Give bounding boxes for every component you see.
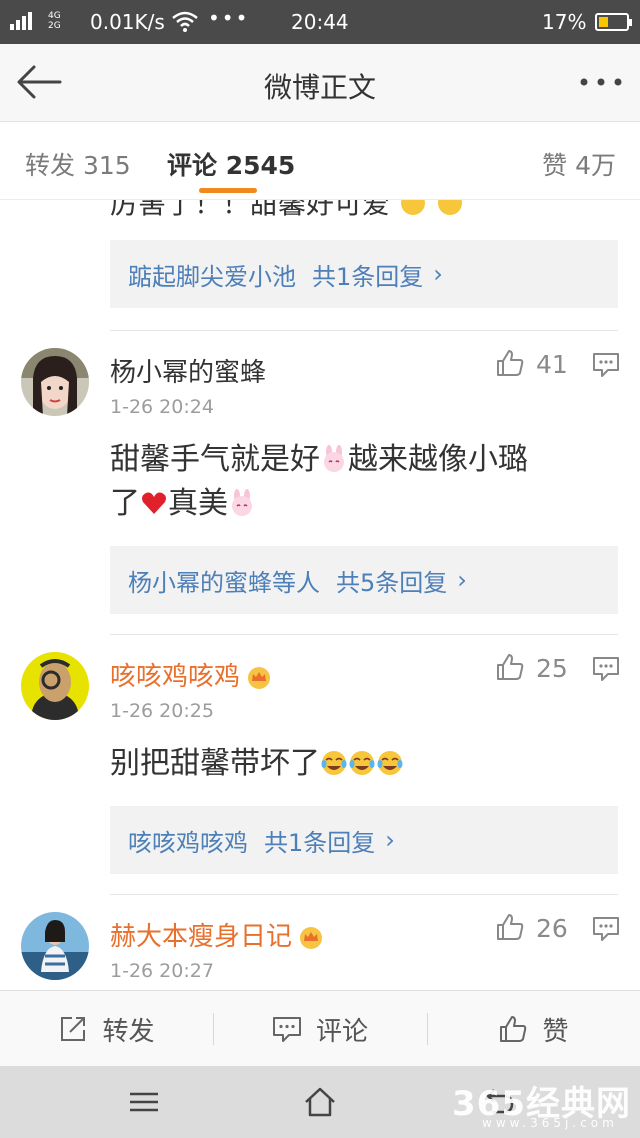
comment-text: 别把甜馨带坏了 bbox=[110, 742, 590, 786]
tab-comments[interactable]: 评论 2545 bbox=[167, 146, 295, 182]
status-bar: 4G 2G 0.01K/s ••• 20:44 17% bbox=[0, 0, 640, 44]
repost-label: 转发 bbox=[102, 1016, 155, 1047]
bottom-action-bar: 转发 评论 赞 bbox=[0, 990, 640, 1066]
wifi-icon bbox=[172, 10, 198, 37]
reply-thread-link[interactable]: 杨小幂的蜜蜂等人 共5条回复 › bbox=[110, 546, 618, 614]
reply-thread-user: 咳咳鸡咳鸡 bbox=[128, 828, 248, 857]
divider bbox=[110, 330, 618, 331]
clap-emoji-icon bbox=[400, 200, 425, 215]
divider bbox=[110, 894, 618, 895]
like-count: 26 bbox=[536, 914, 568, 943]
divider bbox=[110, 634, 618, 635]
heart-emoji-icon bbox=[142, 492, 166, 514]
bunny-emoji-icon bbox=[232, 489, 252, 516]
chevron-right-icon: › bbox=[457, 566, 467, 594]
comment-username[interactable]: 杨小幂的蜜蜂 bbox=[110, 352, 266, 389]
tears-of-joy-emoji-icon bbox=[377, 751, 403, 775]
like-count: 41 bbox=[536, 350, 568, 379]
clap-emoji-icon bbox=[437, 200, 462, 215]
comment-button[interactable]: 评论 bbox=[213, 991, 427, 1067]
tab-repost[interactable]: 转发 315 bbox=[25, 146, 131, 182]
chevron-right-icon: › bbox=[385, 826, 395, 854]
menu-icon[interactable] bbox=[124, 1084, 164, 1120]
bunny-emoji-icon bbox=[324, 445, 344, 472]
thumbs-up-icon[interactable] bbox=[495, 912, 525, 942]
reply-thread-count: 共5条回复 bbox=[336, 568, 448, 597]
tab-bar: 转发 315 评论 2545 赞 4万 bbox=[0, 122, 640, 200]
comment-time: 1-26 20:24 bbox=[110, 396, 214, 418]
clock: 20:44 bbox=[291, 10, 349, 34]
battery-icon bbox=[595, 13, 632, 31]
like-button[interactable]: 赞 bbox=[427, 991, 640, 1067]
repost-button[interactable]: 转发 bbox=[0, 991, 213, 1067]
reply-thread-count: 共1条回复 bbox=[264, 828, 376, 857]
avatar[interactable] bbox=[21, 348, 89, 416]
battery-percent: 17% bbox=[542, 10, 587, 34]
active-tab-indicator bbox=[199, 188, 257, 193]
comment-time: 1-26 20:25 bbox=[110, 700, 214, 722]
thumbs-up-icon[interactable] bbox=[495, 652, 525, 682]
reply-bubble-icon[interactable] bbox=[592, 352, 620, 378]
comment-list: 厉害了！！甜馨好可爱 踮起脚尖爱小池 共1条回复 › 杨小幂的蜜蜂 1-26 2… bbox=[0, 200, 640, 990]
vip-crown-icon bbox=[300, 926, 323, 949]
reply-bubble-icon[interactable] bbox=[592, 656, 620, 682]
comment-label: 评论 bbox=[315, 1016, 368, 1047]
more-status-icon: ••• bbox=[208, 6, 250, 30]
reply-thread-link[interactable]: 咳咳鸡咳鸡 共1条回复 › bbox=[110, 806, 618, 874]
avatar[interactable] bbox=[21, 912, 89, 980]
comment-username[interactable]: 咳咳鸡咳鸡 bbox=[110, 656, 272, 693]
signal-icon bbox=[10, 12, 32, 30]
comment-text: 厉害了！！甜馨好可爱 bbox=[110, 200, 464, 222]
thumbs-up-icon[interactable] bbox=[495, 348, 525, 378]
tears-of-joy-emoji-icon bbox=[349, 751, 375, 775]
avatar[interactable] bbox=[21, 652, 89, 720]
comment-username[interactable]: 赫大本瘦身日记 bbox=[110, 916, 324, 953]
thumbs-up-icon bbox=[500, 1016, 527, 1042]
tears-of-joy-emoji-icon bbox=[321, 751, 347, 775]
more-dots-icon[interactable] bbox=[578, 72, 624, 92]
reply-thread-link[interactable]: 踮起脚尖爱小池 共1条回复 › bbox=[110, 240, 618, 308]
reply-thread-user: 踮起脚尖爱小池 bbox=[128, 262, 296, 291]
network-speed: 0.01K/s bbox=[90, 10, 165, 34]
page-title: 微博正文 bbox=[263, 71, 376, 104]
network-type: 4G 2G bbox=[48, 11, 61, 31]
home-icon[interactable] bbox=[300, 1084, 340, 1120]
reply-thread-count: 共1条回复 bbox=[312, 262, 424, 291]
watermark-url: www.365j.com bbox=[482, 1116, 618, 1130]
comment-text: 甜馨手气就是好 越来越像小璐 了真美 bbox=[110, 442, 528, 521]
repost-icon bbox=[61, 1017, 86, 1041]
like-label: 赞 bbox=[542, 1016, 569, 1047]
chevron-right-icon: › bbox=[433, 260, 443, 288]
tab-likes[interactable]: 赞 4万 bbox=[542, 146, 616, 182]
like-count: 25 bbox=[536, 654, 568, 683]
top-bar: 微博正文 bbox=[0, 44, 640, 122]
comment-icon bbox=[272, 1017, 301, 1042]
vip-crown-icon bbox=[248, 666, 271, 689]
comment-time: 1-26 20:27 bbox=[110, 960, 214, 982]
reply-bubble-icon[interactable] bbox=[592, 916, 620, 942]
reply-thread-user: 杨小幂的蜜蜂等人 bbox=[128, 568, 320, 597]
